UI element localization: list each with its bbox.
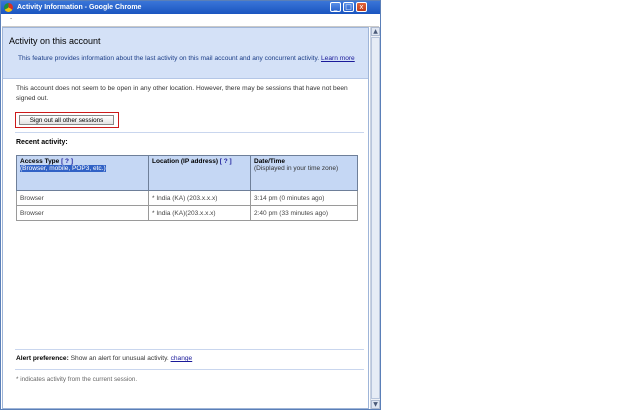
cell-access: Browser [16,190,149,206]
browser-window: Activity Information - Google Chrome _ □… [0,0,381,410]
alert-preference: Alert preference: Show an alert for unus… [16,355,192,362]
cell-time: 3:14 pm (0 minutes ago) [250,190,358,206]
table-row: Browser * India (KA) (203.x.x.x) 3:14 pm… [16,190,358,206]
address-text: - [10,15,13,22]
cell-location: * India (KA)(203.x.x.x) [148,205,251,221]
scroll-up-arrow-icon[interactable]: ▲ [371,27,380,36]
scrollbar-thumb[interactable] [371,37,380,399]
help-link[interactable]: [ ? ] [61,158,73,165]
sign-out-highlight: Sign out all other sessions [15,112,119,128]
minimize-button[interactable]: _ [330,2,341,12]
table-row: Browser * India (KA)(203.x.x.x) 2:40 pm … [16,205,358,221]
change-link[interactable]: change [171,355,193,362]
scroll-down-arrow-icon[interactable]: ▼ [371,400,380,409]
column-subtitle: (Displayed in your time zone) [254,165,339,172]
header-description: This feature provides information about … [18,54,358,64]
cell-access: Browser [16,205,149,221]
cell-time: 2:40 pm (33 minutes ago) [250,205,358,221]
chrome-icon [4,3,13,12]
divider [15,369,364,370]
address-bar[interactable]: - [2,14,379,27]
page-content: Activity on this account This feature pr… [2,27,369,409]
divider [15,349,364,350]
alert-label: Alert preference: [16,355,69,362]
column-location: Location (IP address) [ ? ] [148,155,251,191]
learn-more-link[interactable]: Learn more [321,55,355,62]
maximize-button[interactable]: □ [343,2,354,12]
vertical-scrollbar[interactable]: ▲ ▼ [370,27,380,409]
column-access-type: Access Type [ ? ] (Browser, mobile, POP3… [16,155,149,191]
table-header-row: Access Type [ ? ] (Browser, mobile, POP3… [16,155,358,191]
title-bar[interactable]: Activity Information - Google Chrome _ □… [1,1,380,14]
window-title: Activity Information - Google Chrome [17,4,142,11]
column-subtitle: (Browser, mobile, POP3, etc.) [20,165,106,172]
header-panel: Activity on this account This feature pr… [3,28,368,79]
sign-out-all-sessions-button[interactable]: Sign out all other sessions [19,115,114,125]
column-date-time: Date/Time (Displayed in your time zone) [250,155,358,191]
divider [15,132,364,133]
description-text: This feature provides information about … [18,55,320,62]
column-label: Date/Time [254,158,285,165]
column-label: Location (IP address) [152,158,218,165]
footnote: * indicates activity from the current se… [16,376,138,383]
column-label: Access Type [20,158,60,165]
help-link[interactable]: [ ? ] [220,158,232,165]
cell-location: * India (KA) (203.x.x.x) [148,190,251,206]
alert-text: Show an alert for unusual activity. [70,355,169,362]
page-title: Activity on this account [9,36,101,46]
recent-activity-label: Recent activity: [16,139,68,146]
close-button[interactable]: x [356,2,367,12]
sessions-note: This account does not seem to be open in… [16,85,348,102]
activity-table: Access Type [ ? ] (Browser, mobile, POP3… [16,155,358,221]
